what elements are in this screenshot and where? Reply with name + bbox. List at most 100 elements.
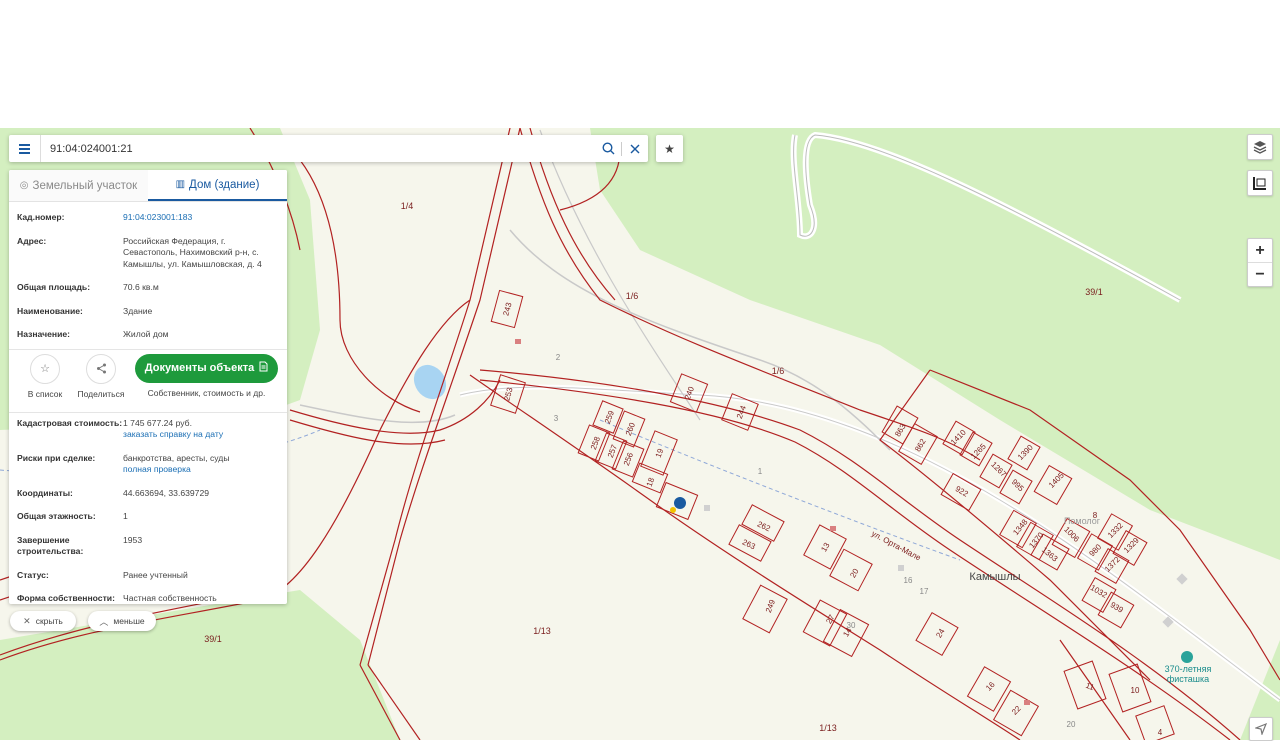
- svg-text:фисташка: фисташка: [1167, 674, 1209, 684]
- close-icon: ✕: [23, 615, 31, 626]
- layers-icon: [1253, 141, 1267, 154]
- tab-label: Земельный участок: [32, 179, 138, 192]
- tab-building[interactable]: ▥ Дом (здание): [148, 170, 287, 201]
- parcel-icon: ◎: [19, 180, 29, 191]
- row-purpose: Назначение: Жилой дом: [17, 329, 279, 341]
- row-label: Общая этажность:: [17, 511, 96, 521]
- completed-value: 1953: [123, 534, 143, 545]
- add-to-list-button[interactable]: ☆ В список: [17, 353, 73, 399]
- coordinates-value: 44.663694, 33.639729: [123, 487, 210, 498]
- less-label: меньше: [113, 616, 145, 626]
- search-icon: [601, 142, 614, 155]
- share-icon: [86, 353, 116, 384]
- row-label: Завершение строительства:: [17, 534, 84, 557]
- row-completed: Завершение строительства: 1953: [17, 535, 279, 558]
- object-info-panel: ◎ Земельный участок ▥ Дом (здание) Кад.н…: [9, 170, 287, 604]
- docs-subtitle: Собственник, стоимость и др.: [147, 387, 266, 398]
- menu-button[interactable]: [9, 135, 41, 162]
- ruler-icon: [1253, 177, 1266, 190]
- row-label: Статус:: [17, 569, 49, 580]
- row-status: Статус: Ранее учтенный: [17, 570, 279, 582]
- collapse-panel-button[interactable]: ︿ меньше: [88, 611, 156, 631]
- svg-text:3: 3: [554, 414, 559, 423]
- row-cad-number: Кад.номер: 91:04:023001:183: [17, 212, 279, 224]
- risks-value: банкротства, аресты, суды: [123, 452, 230, 463]
- tab-land-plot[interactable]: ◎ Земельный участок: [9, 170, 148, 201]
- search-button[interactable]: [595, 135, 621, 162]
- action-label: Поделиться: [77, 388, 125, 399]
- row-label: Кад.номер:: [17, 212, 65, 222]
- svg-text:1/6: 1/6: [772, 366, 785, 376]
- row-ownership: Форма собственности: Частная собственнос…: [17, 593, 279, 604]
- row-label: Координаты:: [17, 487, 73, 498]
- row-cad-cost: Кадастровая стоимость: 1 745 677.24 руб.…: [17, 418, 279, 441]
- row-label: Общая площадь:: [17, 282, 91, 292]
- star-icon: ★: [664, 141, 675, 156]
- svg-text:16: 16: [904, 576, 913, 585]
- svg-text:30: 30: [847, 621, 856, 630]
- object-documents-button[interactable]: Документы объекта: [135, 353, 278, 383]
- row-label: Назначение:: [17, 329, 71, 339]
- hamburger-icon: [19, 142, 30, 156]
- row-label: Риски при сделке:: [17, 452, 96, 463]
- ruler-button[interactable]: [1247, 170, 1273, 196]
- selected-marker: [674, 497, 686, 509]
- svg-text:20: 20: [1067, 720, 1076, 729]
- svg-text:39/1: 39/1: [1085, 287, 1103, 297]
- close-icon: [630, 144, 640, 153]
- order-certificate-link[interactable]: заказать справку на дату: [123, 429, 279, 441]
- navigation-icon: [1255, 723, 1267, 735]
- row-coordinates: Координаты: 44.663694, 33.639729: [17, 488, 279, 500]
- tab-label: Дом (здание): [189, 178, 260, 191]
- svg-text:2: 2: [556, 353, 561, 362]
- row-label: Кадастровая стоимость:: [17, 417, 123, 428]
- floors-value: 1: [123, 511, 128, 521]
- name-value: Здание: [123, 305, 153, 316]
- row-area: Общая площадь: 70.6 кв.м: [17, 282, 279, 294]
- svg-text:17: 17: [920, 587, 929, 596]
- hide-panel-button[interactable]: ✕ скрыть: [10, 611, 76, 631]
- cad-cost-value: 1 745 677.24 руб.: [123, 417, 192, 428]
- clear-button[interactable]: [622, 135, 648, 162]
- search-input[interactable]: [41, 135, 595, 162]
- purpose-value: Жилой дом: [123, 329, 169, 339]
- layers-button[interactable]: [1247, 134, 1273, 160]
- svg-text:Помолог: Помолог: [1064, 516, 1101, 526]
- row-label: Наименование:: [17, 305, 83, 316]
- svg-text:370-летняя: 370-летняя: [1165, 664, 1212, 674]
- ownership-value: Частная собственность: [123, 593, 217, 603]
- share-button[interactable]: Поделиться: [73, 353, 129, 399]
- locate-button[interactable]: [1249, 717, 1273, 741]
- star-outline-icon: ☆: [30, 353, 60, 384]
- svg-text:1/4: 1/4: [401, 201, 414, 211]
- row-label: Адрес:: [17, 235, 47, 246]
- row-name: Наименование: Здание: [17, 306, 279, 318]
- docs-button-label: Документы объекта: [144, 362, 255, 374]
- zoom-in-button[interactable]: +: [1248, 239, 1272, 262]
- svg-text:Камышлы: Камышлы: [969, 571, 1020, 583]
- info-tabs: ◎ Земельный участок ▥ Дом (здание): [9, 170, 287, 202]
- zoom-control: + −: [1247, 238, 1273, 287]
- favorites-button[interactable]: ★: [656, 135, 683, 162]
- search-bar: [9, 135, 648, 162]
- svg-text:1/13: 1/13: [533, 626, 551, 636]
- actions-bar: ☆ В список Поделиться Документы объекта …: [9, 348, 287, 413]
- svg-text:1/6: 1/6: [626, 291, 639, 301]
- row-floors: Общая этажность: 1: [17, 511, 279, 523]
- svg-text:39/1: 39/1: [204, 634, 222, 644]
- docs-block: Документы объекта Собственник, стоимость…: [135, 353, 278, 398]
- cad-number-link[interactable]: 91:04:023001:183: [123, 212, 279, 224]
- svg-text:1: 1: [758, 467, 763, 476]
- full-check-link[interactable]: полная проверка: [123, 464, 279, 476]
- svg-text:4: 4: [1158, 728, 1163, 737]
- hide-label: скрыть: [35, 616, 63, 626]
- chevron-up-icon: ︿: [99, 616, 109, 627]
- zoom-out-button[interactable]: −: [1248, 262, 1272, 286]
- address-value: Российская Федерация, г. Севастополь, На…: [123, 235, 262, 269]
- row-address: Адрес: Российская Федерация, г. Севастоп…: [17, 236, 279, 271]
- status-value: Ранее учтенный: [123, 569, 188, 580]
- row-risks: Риски при сделке: банкротства, аресты, с…: [17, 453, 279, 476]
- row-label: Форма собственности:: [17, 593, 115, 603]
- svg-text:1/13: 1/13: [819, 723, 837, 733]
- svg-text:10: 10: [1131, 686, 1140, 695]
